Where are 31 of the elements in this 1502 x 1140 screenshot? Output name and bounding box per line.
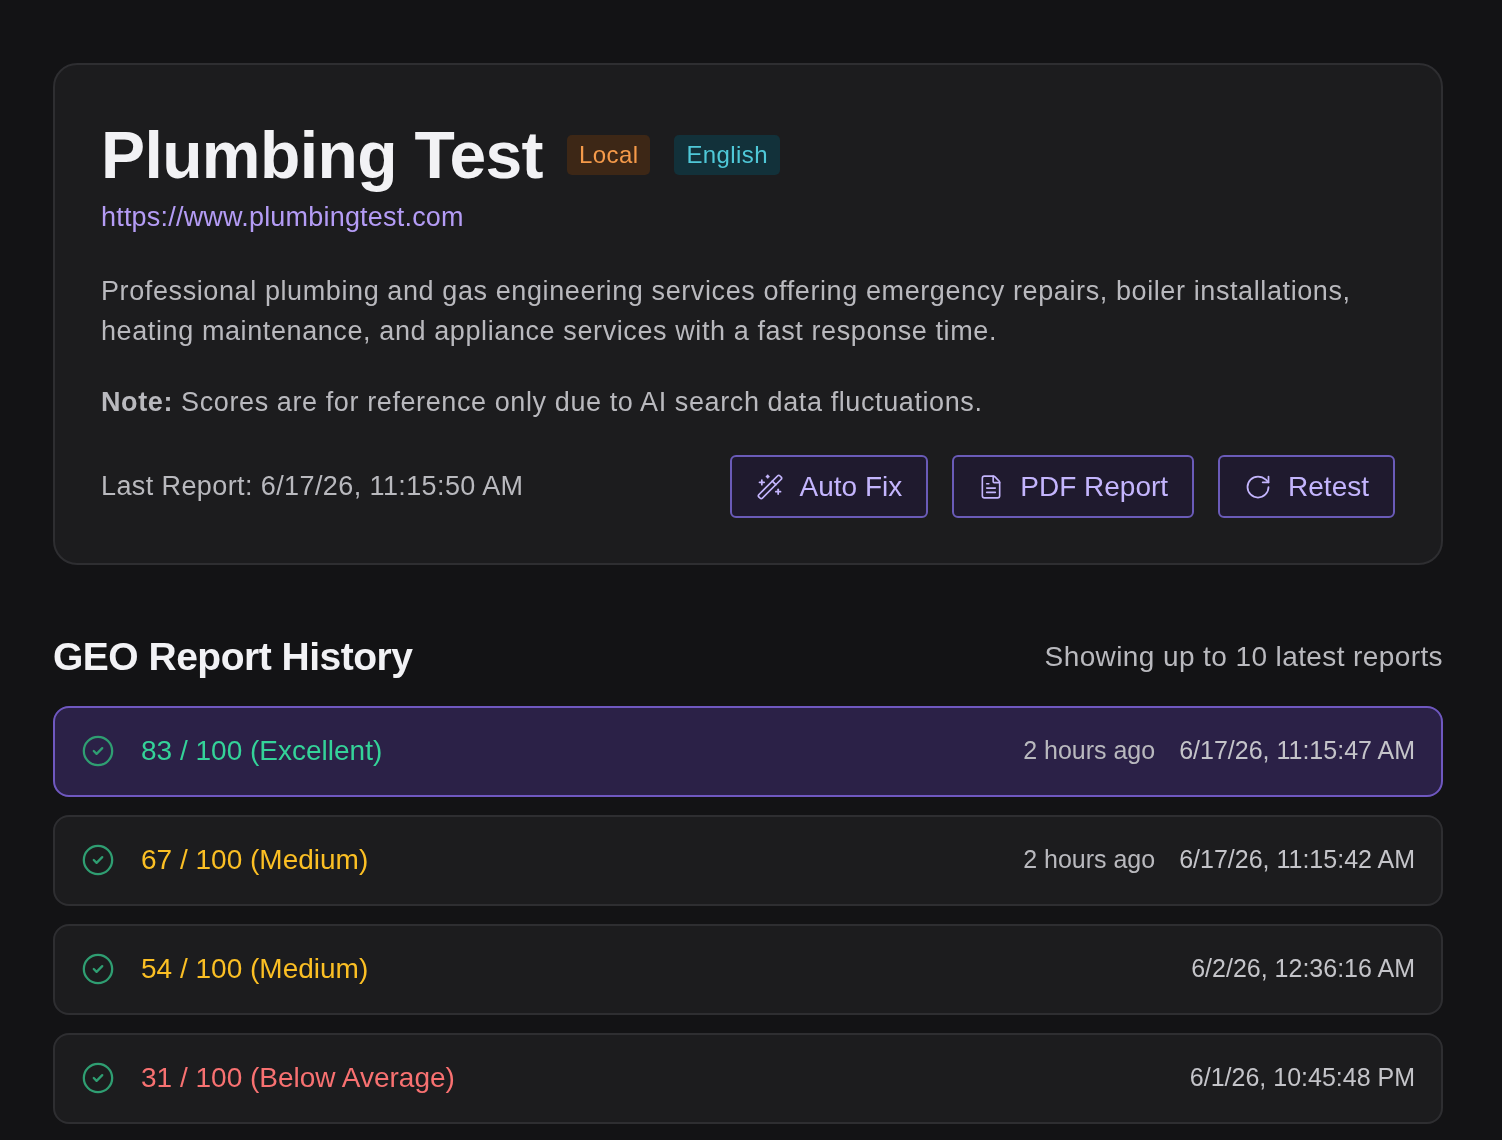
relative-time: 2 hours ago: [1023, 844, 1156, 876]
magic-wand-icon: [755, 472, 784, 501]
site-description: Professional plumbing and gas engineering services offering emergency repairs, boiler installations, heating maintenance, and appliance services with a fast response time.: [101, 275, 1352, 348]
site-title: Plumbing Test: [101, 117, 543, 193]
site-url-link[interactable]: https://www.plumbingtest.com: [101, 202, 464, 232]
check-circle-icon: [81, 843, 115, 877]
action-button[interactable]: Retest: [1218, 455, 1395, 518]
check-circle-icon: [81, 734, 115, 768]
report-row[interactable]: 67 / 100 (Medium) 2 hours ago 6/17/26, 11:15:42 AM: [53, 814, 1443, 906]
score-text: 83 / 100 (Excellent): [141, 734, 383, 768]
score-text: 31 / 100 (Below Average): [141, 1061, 455, 1095]
check-circle-icon: [81, 952, 115, 986]
badge: Local: [567, 135, 651, 175]
report-row[interactable]: 31 / 100 (Below Average) 6/1/26, 10:45:48 PM: [53, 1032, 1443, 1124]
report-row[interactable]: 54 / 100 (Medium) 6/2/26, 12:36:16 AM: [53, 923, 1443, 1015]
report-timestamp: 6/17/26, 11:15:47 AM: [1179, 735, 1415, 767]
action-button[interactable]: Auto Fix: [729, 455, 929, 518]
relative-time: 2 hours ago: [1023, 735, 1156, 767]
score-text: 67 / 100 (Medium): [141, 843, 369, 877]
check-circle-icon: [81, 1061, 115, 1095]
history-title: GEO Report History: [53, 634, 413, 680]
score-text: 54 / 100 (Medium): [141, 952, 369, 986]
last-report-text: Last Report: 6/17/26, 11:15:50 AM: [101, 470, 524, 504]
action-button[interactable]: PDF Report: [952, 455, 1195, 518]
report-row[interactable]: 83 / 100 (Excellent) 2 hours ago 6/17/26, 11:15:47 AM: [53, 705, 1443, 797]
report-timestamp: 6/1/26, 10:45:48 PM: [1189, 1062, 1415, 1094]
report-timestamp: 6/17/26, 11:15:42 AM: [1179, 844, 1415, 876]
history-caption: Showing up to 10 latest reports: [1044, 640, 1443, 675]
report-timestamp: 6/2/26, 12:36:16 AM: [1191, 953, 1415, 985]
badge: English: [674, 135, 780, 175]
note-text: Note: Scores are for reference only due to AI search data fluctuations.: [101, 386, 984, 419]
